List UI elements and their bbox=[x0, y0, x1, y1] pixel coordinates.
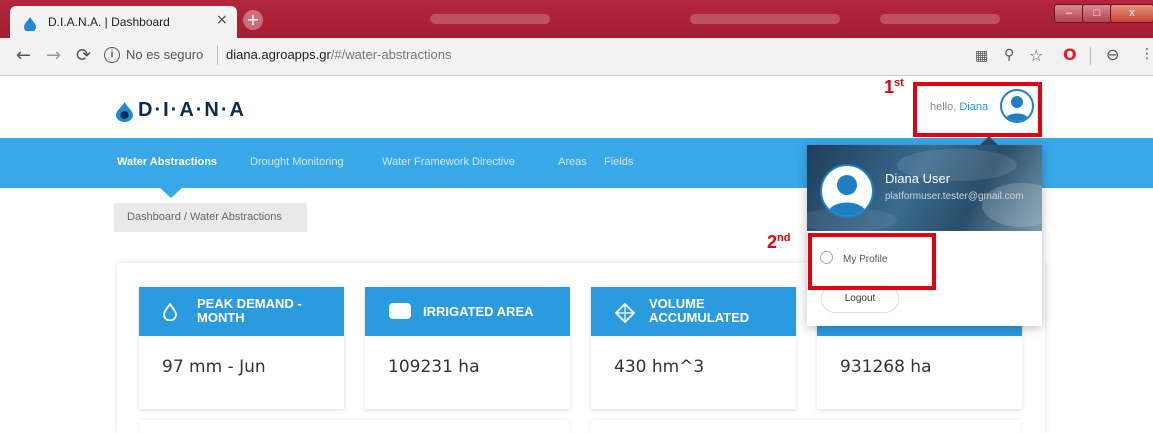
lower-panel bbox=[139, 420, 569, 433]
annotation-number: 1 bbox=[884, 77, 895, 97]
dropdown-header: Diana User platformuser.tester@gmail.com bbox=[807, 145, 1042, 231]
user-silhouette-icon bbox=[827, 175, 867, 216]
blurred-tab bbox=[880, 14, 1000, 24]
area-icon bbox=[389, 303, 411, 322]
kpi-card-header: IRRIGATED AREA bbox=[365, 287, 570, 336]
url-path: /#/water-abstractions bbox=[330, 47, 452, 62]
breadcrumb[interactable]: Dashboard / Water Abstractions bbox=[114, 203, 307, 232]
new-tab-button[interactable]: + bbox=[243, 10, 263, 30]
dropdown-avatar[interactable] bbox=[820, 164, 874, 218]
lower-panel bbox=[591, 420, 1021, 433]
kpi-card-value: 109231 ha bbox=[388, 357, 480, 377]
diana-logo-icon bbox=[116, 102, 133, 126]
forward-arrow-icon[interactable]: → bbox=[46, 45, 61, 66]
tab-title: D.I.A.N.A. | Dashboard bbox=[48, 15, 170, 29]
window-maximize-button[interactable]: □ bbox=[1082, 4, 1112, 23]
annotation-label-first: 1st bbox=[884, 77, 904, 98]
address-bar[interactable]: i No es seguro diana.agroapps.gr/#/water… bbox=[100, 43, 1100, 69]
divider bbox=[217, 45, 218, 65]
nav-item-drought-monitoring[interactable]: Drought Monitoring bbox=[250, 156, 344, 168]
kpi-card-value: 931268 ha bbox=[840, 357, 932, 377]
kpi-card-header: VOLUME ACCUMULATED bbox=[591, 287, 796, 336]
dropdown-user-email: platformuser.tester@gmail.com bbox=[885, 191, 1024, 202]
kpi-card-title: PEAK DEMAND - MONTH bbox=[197, 297, 302, 325]
cube-icon bbox=[614, 302, 636, 326]
kpi-title-line: PEAK DEMAND - bbox=[197, 296, 302, 311]
kpi-card-peak-demand: PEAK DEMAND - MONTH 97 mm - Jun bbox=[139, 287, 344, 409]
annotation-box-first bbox=[913, 82, 1042, 137]
bookmark-star-icon[interactable]: ☆ bbox=[1029, 46, 1043, 65]
divider bbox=[1090, 47, 1091, 65]
nav-item-water-abstractions[interactable]: Water Abstractions bbox=[117, 156, 217, 168]
nav-item-fields[interactable]: Fields bbox=[604, 156, 633, 168]
annotation-suffix: st bbox=[894, 77, 904, 89]
annotation-number: 2 bbox=[767, 232, 778, 252]
translate-icon[interactable]: ▦ bbox=[975, 48, 988, 64]
kpi-card-volume-accumulated: VOLUME ACCUMULATED 430 hm^3 bbox=[591, 287, 796, 409]
tab-close-icon[interactable]: × bbox=[216, 12, 228, 28]
dropdown-user-name: Diana User bbox=[885, 171, 951, 186]
window-minimize-button[interactable]: – bbox=[1054, 4, 1084, 23]
annotation-suffix: nd bbox=[777, 232, 791, 244]
window-close-button[interactable]: x bbox=[1110, 4, 1153, 23]
blurred-tab bbox=[430, 14, 550, 24]
kpi-title-line: VOLUME bbox=[649, 296, 705, 311]
zoom-icon[interactable]: ⚲ bbox=[1004, 47, 1014, 63]
blurred-tab bbox=[690, 14, 840, 24]
nav-item-water-framework-directive[interactable]: Water Framework Directive bbox=[382, 156, 515, 168]
browser-toolbar: ← → ⟳ i No es seguro diana.agroapps.gr/#… bbox=[0, 38, 1153, 76]
active-nav-caret bbox=[159, 187, 183, 198]
kpi-card-title: IRRIGATED AREA bbox=[423, 304, 534, 319]
diana-favicon-icon bbox=[24, 16, 36, 35]
url-host: diana.agroapps.gr bbox=[226, 47, 331, 62]
nav-item-areas[interactable]: Areas bbox=[558, 156, 587, 168]
kpi-title-line: MONTH bbox=[197, 310, 245, 325]
reload-icon[interactable]: ⟳ bbox=[76, 45, 91, 66]
dropdown-caret bbox=[980, 136, 998, 145]
account-icon[interactable]: ⊖ bbox=[1106, 45, 1119, 64]
kpi-card-header: PEAK DEMAND - MONTH bbox=[139, 287, 344, 336]
info-icon[interactable]: i bbox=[104, 47, 120, 63]
browser-tab[interactable]: D.I.A.N.A. | Dashboard × bbox=[10, 6, 237, 38]
annotation-label-second: 2nd bbox=[767, 232, 790, 253]
kpi-card-value: 430 hm^3 bbox=[614, 357, 705, 377]
droplet-icon bbox=[163, 302, 177, 324]
opera-extension-icon[interactable]: O bbox=[1063, 45, 1077, 64]
menu-kebab-icon[interactable]: ⋮ bbox=[1140, 46, 1153, 62]
kpi-card-value: 97 mm - Jun bbox=[162, 357, 266, 377]
url-text[interactable]: diana.agroapps.gr/#/water-abstractions bbox=[226, 47, 451, 62]
kpi-card-irrigated-area: IRRIGATED AREA 109231 ha bbox=[365, 287, 570, 409]
kpi-title-line: ACCUMULATED bbox=[649, 310, 750, 325]
browser-tabstrip: D.I.A.N.A. | Dashboard × + – □ x bbox=[0, 0, 1153, 38]
annotation-box-second bbox=[808, 233, 936, 290]
back-arrow-icon[interactable]: ← bbox=[16, 45, 31, 66]
app-logo[interactable]: D·I·A·N·A bbox=[138, 99, 246, 122]
security-status: No es seguro bbox=[126, 47, 204, 62]
kpi-card-title: VOLUME ACCUMULATED bbox=[649, 297, 749, 325]
